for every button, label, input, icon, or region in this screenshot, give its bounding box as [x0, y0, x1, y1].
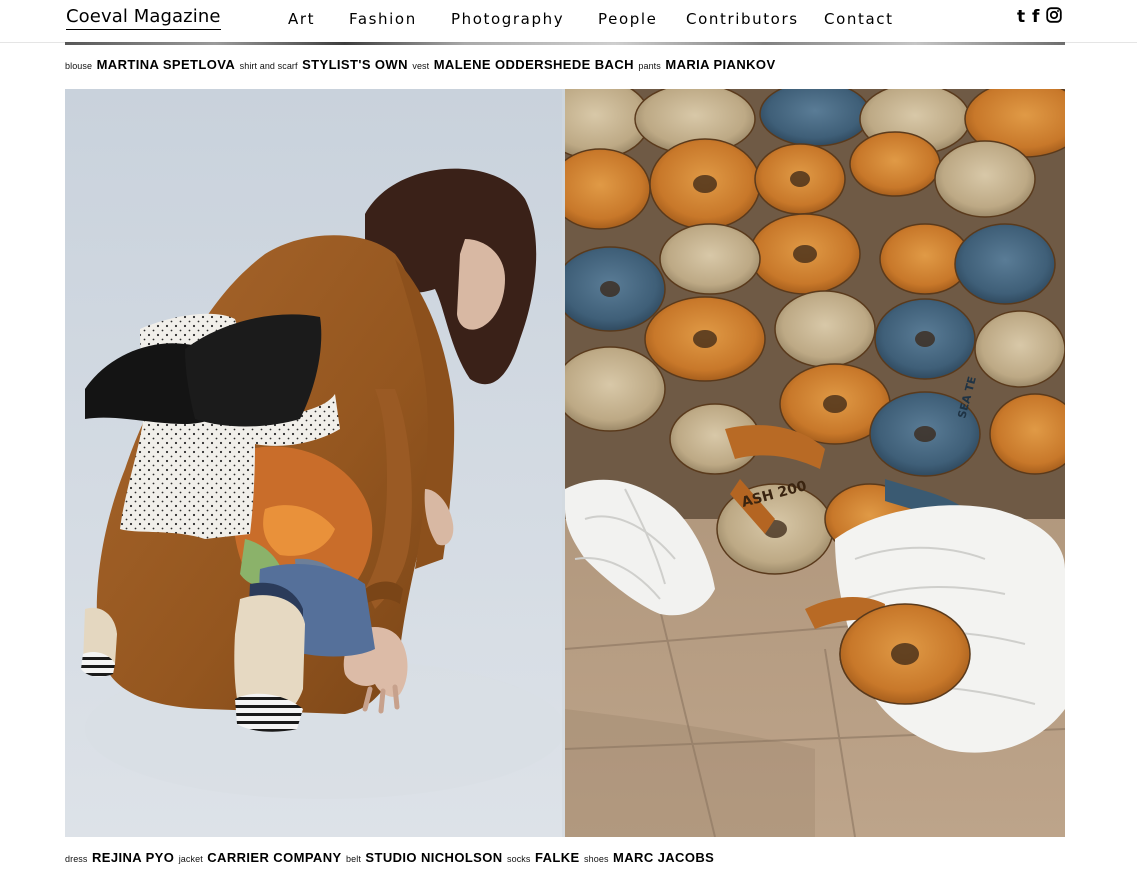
credit-item: vest	[412, 61, 430, 71]
tumblr-icon[interactable]: t	[1017, 8, 1027, 26]
credit-designer[interactable]: MARTINA SPETLOVA	[97, 57, 236, 72]
credit-designer[interactable]: STYLIST'S OWN	[302, 57, 408, 72]
model-photo-illustration	[65, 89, 565, 837]
nav-photography[interactable]: Photography	[451, 9, 564, 29]
credit-item: dress	[65, 854, 88, 864]
credit-item: pants	[638, 61, 661, 71]
social-links: t f	[1017, 7, 1062, 27]
facebook-icon[interactable]: f	[1032, 8, 1041, 26]
site-header: Coeval Magazine Art Fashion Photography …	[0, 0, 1137, 43]
credit-designer[interactable]: REJINA PYO	[92, 850, 174, 865]
credit-item: shoes	[584, 854, 609, 864]
credit-designer[interactable]: FALKE	[535, 850, 580, 865]
credits-line-bottom: dress REJINA PYO jacket CARRIER COMPANY …	[65, 850, 714, 867]
credit-designer[interactable]: STUDIO NICHOLSON	[365, 850, 502, 865]
photo-gallery: ASH 200 SEA TE	[65, 89, 1065, 837]
credit-designer[interactable]: MARC JACOBS	[613, 850, 714, 865]
nav-art[interactable]: Art	[288, 9, 315, 29]
credit-item: jacket	[178, 854, 203, 864]
nav-fashion[interactable]: Fashion	[349, 9, 417, 29]
credit-designer[interactable]: CARRIER COMPANY	[207, 850, 341, 865]
strap-rolls-illustration: ASH 200 SEA TE	[565, 89, 1065, 837]
nav-people[interactable]: People	[598, 9, 657, 29]
instagram-icon[interactable]	[1046, 7, 1062, 27]
credit-designer[interactable]: MALENE ODDERSHEDE BACH	[434, 57, 634, 72]
credit-item: socks	[507, 854, 531, 864]
credit-item: belt	[346, 854, 361, 864]
credit-item: shirt and scarf	[239, 61, 298, 71]
credit-item: blouse	[65, 61, 93, 71]
fashion-photo-left[interactable]	[65, 89, 565, 837]
credits-line-top: blouse MARTINA SPETLOVA shirt and scarf …	[65, 57, 776, 74]
nav-contact[interactable]: Contact	[824, 9, 894, 29]
brand-logo-link[interactable]: Coeval Magazine	[66, 6, 221, 30]
fashion-photo-right[interactable]: ASH 200 SEA TE	[565, 89, 1065, 837]
credit-designer[interactable]: MARIA PIANKOV	[665, 57, 775, 72]
previous-image-edge	[65, 42, 1065, 45]
nav-contributors[interactable]: Contributors	[686, 9, 799, 29]
